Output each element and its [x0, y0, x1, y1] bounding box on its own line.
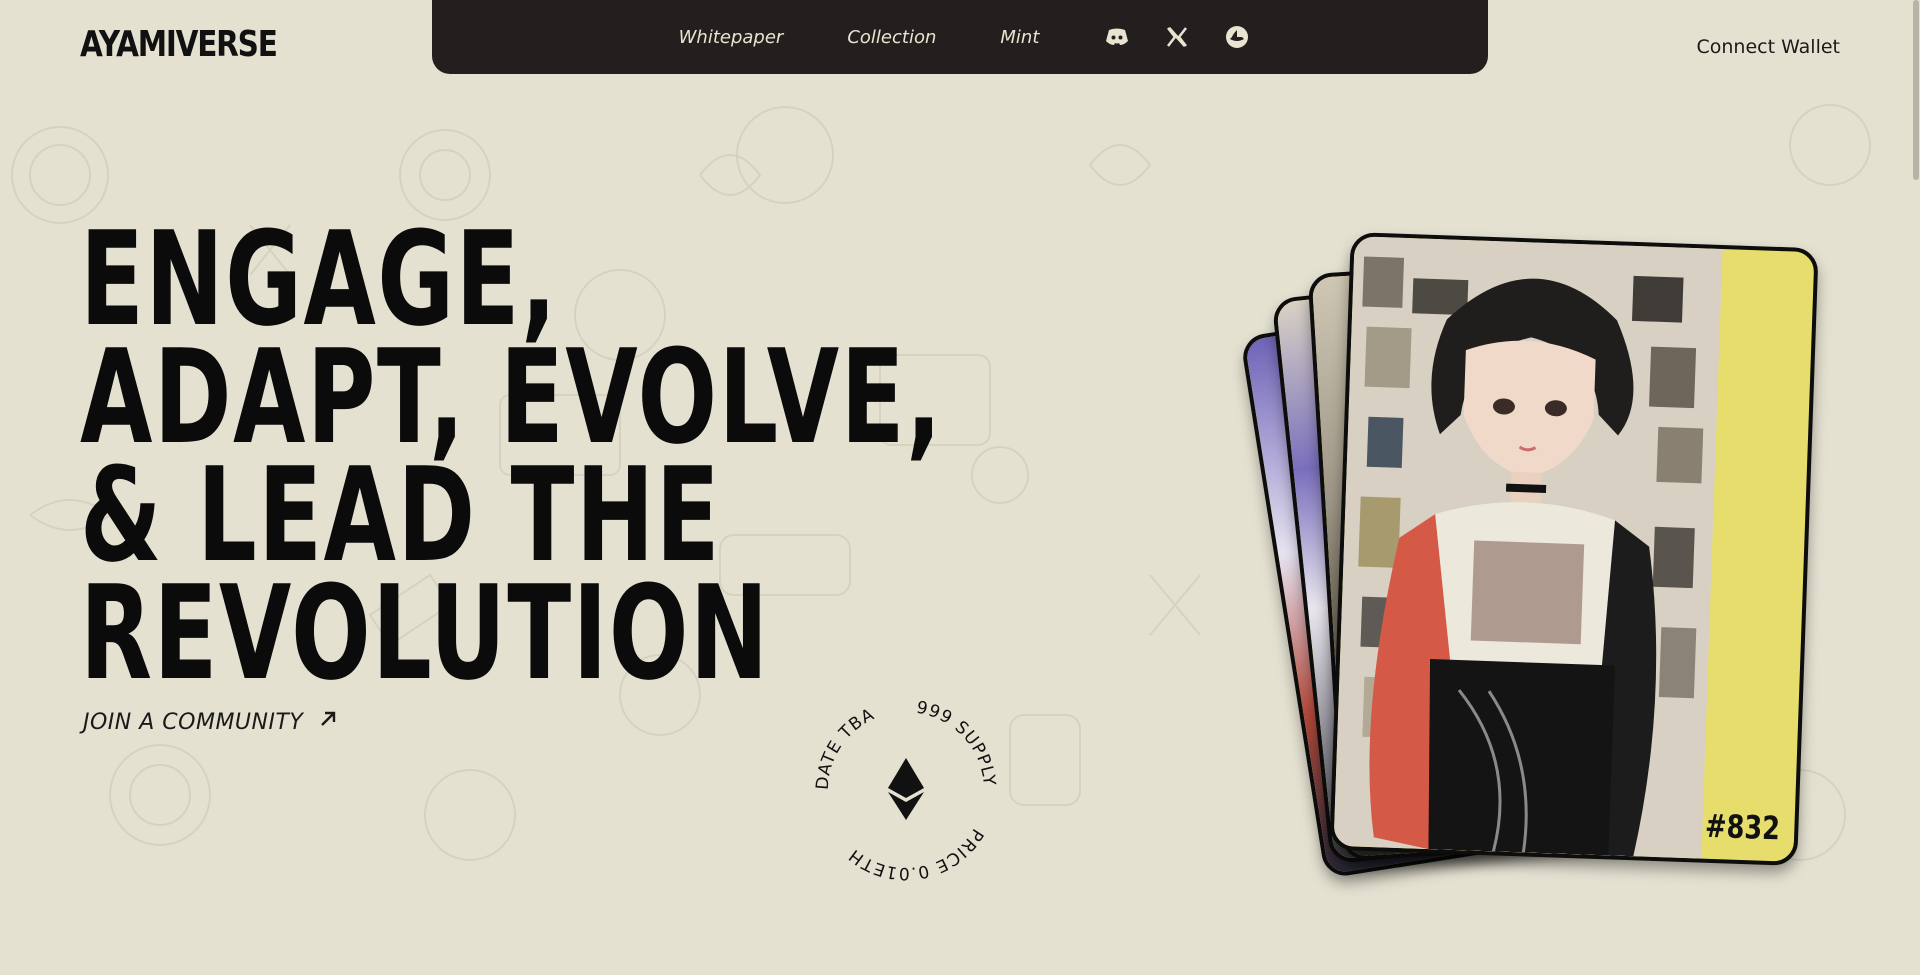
badge-price-text: PRICE 0.01ETH — [845, 825, 986, 883]
nft-artwork — [1333, 236, 1723, 859]
brand-logo[interactable]: AYAMIVERSE — [80, 24, 278, 65]
badge-date-text: DATE TBA — [813, 705, 877, 791]
opensea-icon[interactable] — [1221, 21, 1253, 53]
svg-text:DATE TBA: DATE TBA — [813, 705, 878, 791]
x-twitter-icon[interactable] — [1161, 21, 1193, 53]
connect-wallet-button[interactable]: Connect Wallet — [1696, 36, 1840, 58]
nav-link-mint[interactable]: Mint — [1000, 27, 1039, 48]
join-community-label: JOIN A COMMUNITY — [83, 709, 304, 735]
svg-text:PRICE 0.01ETH: PRICE 0.01ETH — [845, 825, 987, 883]
nav-link-whitepaper[interactable]: Whitepaper — [679, 27, 784, 48]
badge-supply-text: 999 SUPPLY — [915, 698, 998, 788]
top-navigation-bar: Whitepaper Collection Mint — [432, 0, 1488, 74]
join-community-link[interactable]: JOIN A COMMUNITY — [83, 708, 339, 736]
headline-line: REVOLUTION — [80, 557, 770, 709]
nft-token-number: #832 — [1704, 806, 1782, 848]
scrollbar-thumb[interactable] — [1913, 0, 1919, 180]
ethereum-icon — [888, 758, 924, 820]
hero-headline: ENGAGE, ADAPT, EVOLVE, & LEAD THE REVOLU… — [80, 214, 943, 709]
svg-text:999 SUPPLY: 999 SUPPLY — [915, 698, 999, 788]
nft-card-front[interactable]: #832 — [1329, 232, 1819, 866]
nft-card-stack: #832 — [1239, 230, 1860, 890]
nav-link-collection[interactable]: Collection — [847, 27, 936, 48]
nav-links: Whitepaper Collection Mint — [647, 27, 1072, 48]
mint-info-badge: DATE TBA 999 SUPPLY PRICE 0.01ETH — [806, 690, 1006, 890]
page-scrollbar[interactable] — [1912, 0, 1920, 970]
discord-icon[interactable] — [1101, 21, 1133, 53]
social-links — [1101, 21, 1253, 53]
arrow-up-right-icon — [317, 708, 339, 736]
